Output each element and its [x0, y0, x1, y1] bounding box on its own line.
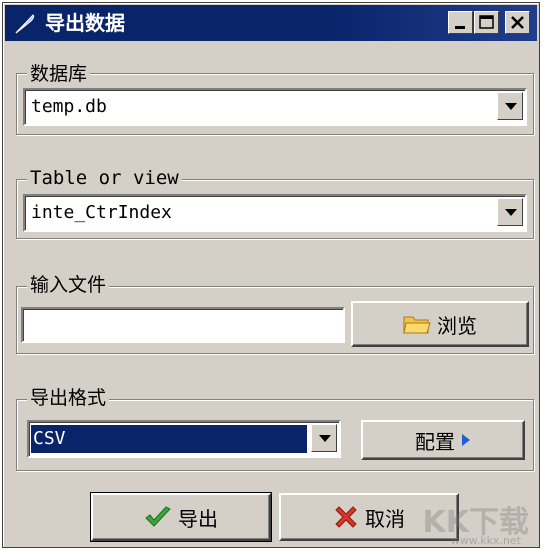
format-dropdown-button[interactable] — [311, 424, 337, 452]
input-file-group: 浏览 — [16, 286, 534, 354]
export-dialog-window: 导出数据 temp.db 数据库 inte_CtrIndex Table or … — [2, 2, 540, 548]
database-group: temp.db — [16, 73, 534, 135]
format-select[interactable]: CSV — [27, 420, 341, 458]
minimize-button[interactable] — [448, 11, 473, 34]
cross-icon — [335, 506, 357, 528]
config-button-label: 配置 — [415, 429, 455, 454]
browse-button-label: 浏览 — [437, 313, 477, 338]
title-bar[interactable]: 导出数据 — [5, 5, 537, 41]
close-button[interactable] — [505, 11, 530, 34]
cancel-button-label: 取消 — [365, 506, 405, 531]
watermark-url: www.kkx.net — [450, 534, 521, 547]
chevron-down-icon — [505, 103, 517, 110]
database-group-label: 数据库 — [27, 63, 91, 85]
table-group-label: Table or view — [27, 167, 182, 189]
database-select[interactable]: temp.db — [23, 88, 527, 126]
maximize-button[interactable] — [474, 11, 499, 34]
export-format-group: CSV 配置 — [16, 399, 534, 471]
browse-button[interactable]: 浏览 — [351, 301, 529, 347]
database-dropdown-button[interactable] — [497, 92, 523, 120]
export-button-label: 导出 — [178, 506, 218, 531]
format-select-highlight — [30, 424, 308, 454]
window-title: 导出数据 — [45, 11, 125, 35]
export-button[interactable]: 导出 — [90, 492, 272, 542]
config-button[interactable]: 配置 — [361, 420, 525, 460]
chevron-down-icon — [319, 435, 331, 442]
table-select[interactable]: inte_CtrIndex — [23, 194, 527, 232]
folder-icon — [403, 316, 431, 334]
feather-icon — [15, 14, 35, 34]
arrow-right-icon — [462, 434, 470, 446]
export-format-group-label: 导出格式 — [27, 387, 110, 409]
table-select-value: inte_CtrIndex — [31, 202, 172, 223]
input-file-field[interactable] — [21, 307, 345, 343]
chevron-down-icon — [505, 209, 517, 216]
close-icon — [511, 16, 524, 29]
checkmark-icon — [145, 506, 171, 527]
database-select-value: temp.db — [31, 96, 107, 117]
maximize-icon — [479, 15, 494, 29]
input-file-group-label: 输入文件 — [27, 274, 110, 296]
table-dropdown-button[interactable] — [497, 198, 523, 226]
format-select-value: CSV — [33, 428, 66, 449]
minimize-icon — [455, 26, 465, 29]
